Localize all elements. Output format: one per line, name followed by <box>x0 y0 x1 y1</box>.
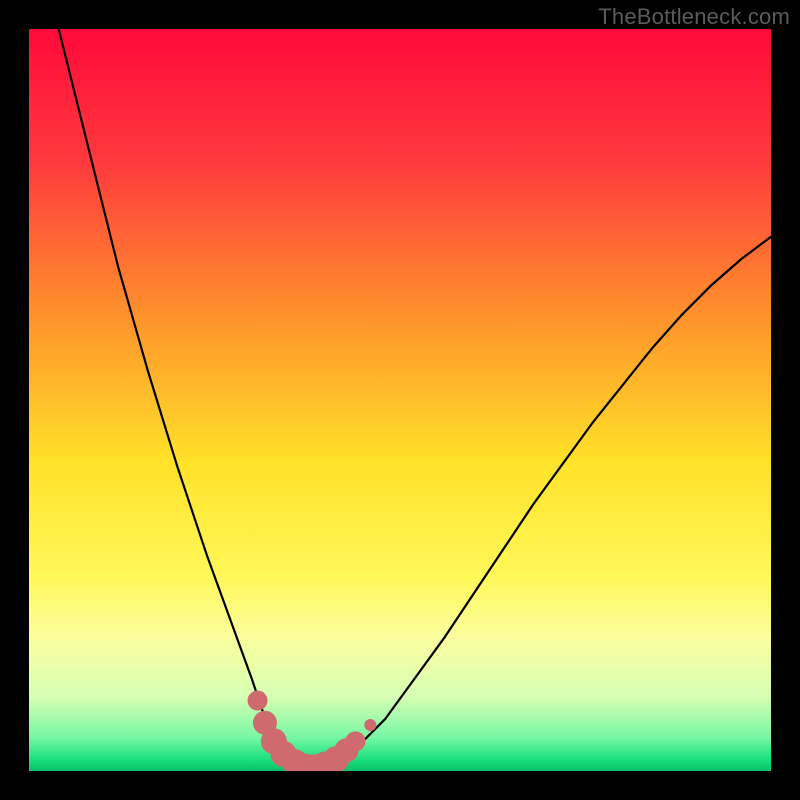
marker-dot <box>364 719 376 731</box>
bottleneck-chart <box>29 29 771 771</box>
watermark-text: TheBottleneck.com <box>598 4 790 30</box>
marker-dot <box>345 731 365 751</box>
gradient-background <box>29 29 771 771</box>
marker-dot <box>248 691 268 711</box>
chart-frame <box>29 29 771 771</box>
